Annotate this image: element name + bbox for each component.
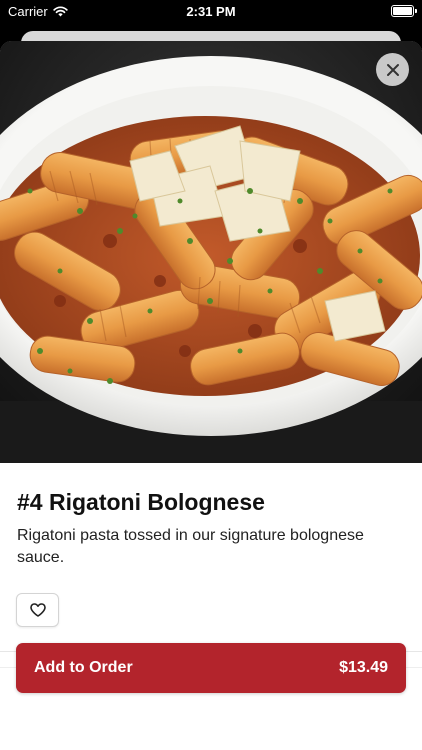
item-photo xyxy=(0,41,422,463)
favorite-button[interactable] xyxy=(16,593,59,627)
battery-icon xyxy=(391,5,417,17)
heart-icon xyxy=(29,603,46,617)
status-bar: Carrier 2:31 PM xyxy=(0,0,422,24)
close-button[interactable] xyxy=(376,53,409,86)
item-description: Rigatoni pasta tossed in our signature b… xyxy=(17,527,364,566)
add-to-order-label: Add to Order xyxy=(34,659,133,676)
item-title: #4 Rigatoni Bolognese xyxy=(17,489,265,515)
close-icon xyxy=(386,63,399,76)
item-price: $13.49 xyxy=(339,659,388,676)
status-time: 2:31 PM xyxy=(186,4,236,19)
add-to-order-button[interactable]: Add to Order $13.49 xyxy=(16,643,406,693)
